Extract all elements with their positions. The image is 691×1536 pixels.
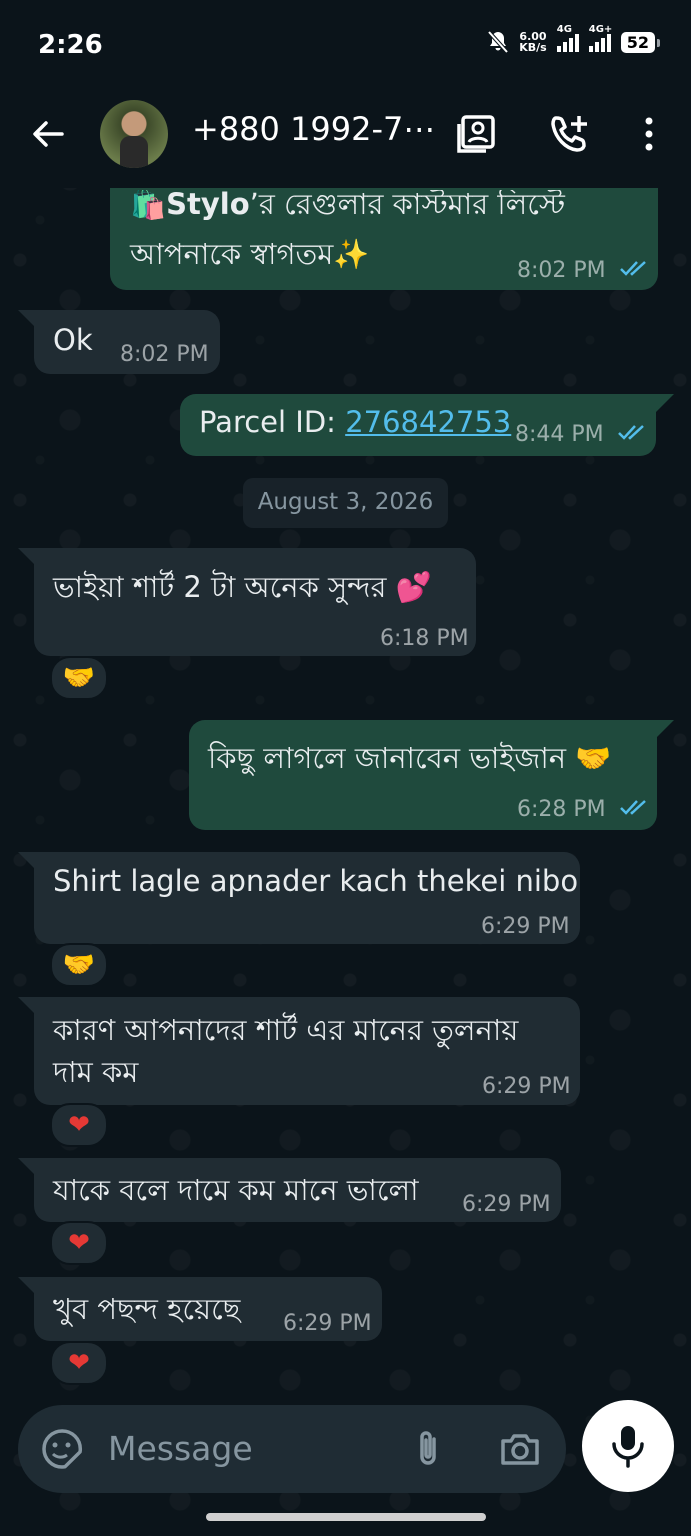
reaction-handshake[interactable]: 🤝 (50, 656, 108, 700)
date-separator: August 3, 2026 (243, 478, 448, 528)
parcel-id-link[interactable]: 276842753 (345, 405, 511, 439)
battery-indicator: 52 (620, 31, 661, 53)
clock-text: 2:26 (38, 30, 103, 60)
read-ticks-icon (619, 261, 646, 276)
back-arrow-icon[interactable] (28, 114, 68, 154)
contact-name[interactable]: +880 1992-7⋯ (192, 110, 435, 148)
avatar[interactable] (100, 100, 168, 168)
status-bar-top: 2:26 6.00 KB/s 4G 4G+ 52 (0, 0, 691, 90)
contact-card-icon[interactable] (454, 112, 498, 156)
signal-sim2-icon: 4G+ (588, 24, 612, 52)
message-time: 6:28 PM (517, 797, 649, 822)
reaction-heart[interactable]: ❤ (50, 1221, 108, 1265)
message-input-bar: Message (18, 1405, 566, 1493)
mute-icon (487, 30, 509, 54)
reaction-heart[interactable]: ❤ (50, 1103, 108, 1147)
message-text: Parcel ID: 276842753 (199, 405, 512, 439)
reaction-heart[interactable]: ❤ (50, 1341, 108, 1385)
more-vert-icon[interactable] (628, 112, 672, 156)
message-time: 6:18 PM (380, 626, 469, 651)
message-time: 6:29 PM (283, 1311, 372, 1336)
message-text: ভাইয়া শার্ট 2 টা অনেক সুন্দর 💕 (53, 570, 432, 604)
mic-icon (612, 1426, 644, 1468)
gesture-home-bar[interactable] (206, 1513, 486, 1521)
message-text: খুব পছন্দ হয়েছে (53, 1292, 241, 1326)
attach-icon[interactable] (406, 1427, 450, 1471)
message-time: 6:29 PM (462, 1192, 551, 1217)
mic-button[interactable] (582, 1400, 674, 1492)
message-text: Shirt lagle apnader kach thekei nibo (53, 864, 579, 898)
message-input[interactable]: Message (108, 1429, 253, 1468)
message-time: 8:02 PM (120, 342, 209, 367)
add-call-icon[interactable] (548, 112, 592, 156)
message-time: 6:29 PM (482, 1074, 571, 1099)
message-text: Ok (53, 323, 93, 357)
message-time: 6:29 PM (481, 914, 570, 939)
message-time: 8:44 PM (515, 422, 647, 447)
reaction-handshake[interactable]: 🤝 (50, 943, 108, 987)
message-time: 8:02 PM (517, 258, 649, 283)
sticker-icon[interactable] (40, 1427, 84, 1471)
signal-sim1-icon: 4G (556, 24, 579, 52)
message-text: কিছু লাগলে জানাবেন ভাইজান 🤝 (208, 741, 612, 775)
message-text: আপনাকে স্বাগতম✨ (130, 237, 370, 271)
read-ticks-icon (617, 425, 644, 440)
read-ticks-icon (619, 800, 646, 815)
message-text: দাম কম (53, 1055, 139, 1089)
net-speed: 6.00 KB/s (519, 30, 547, 54)
chat-header-top: +880 1992-7⋯ (0, 90, 691, 190)
message-text: যাকে বলে দামে কম মানে ভালো (53, 1173, 419, 1207)
camera-icon[interactable] (498, 1427, 542, 1471)
